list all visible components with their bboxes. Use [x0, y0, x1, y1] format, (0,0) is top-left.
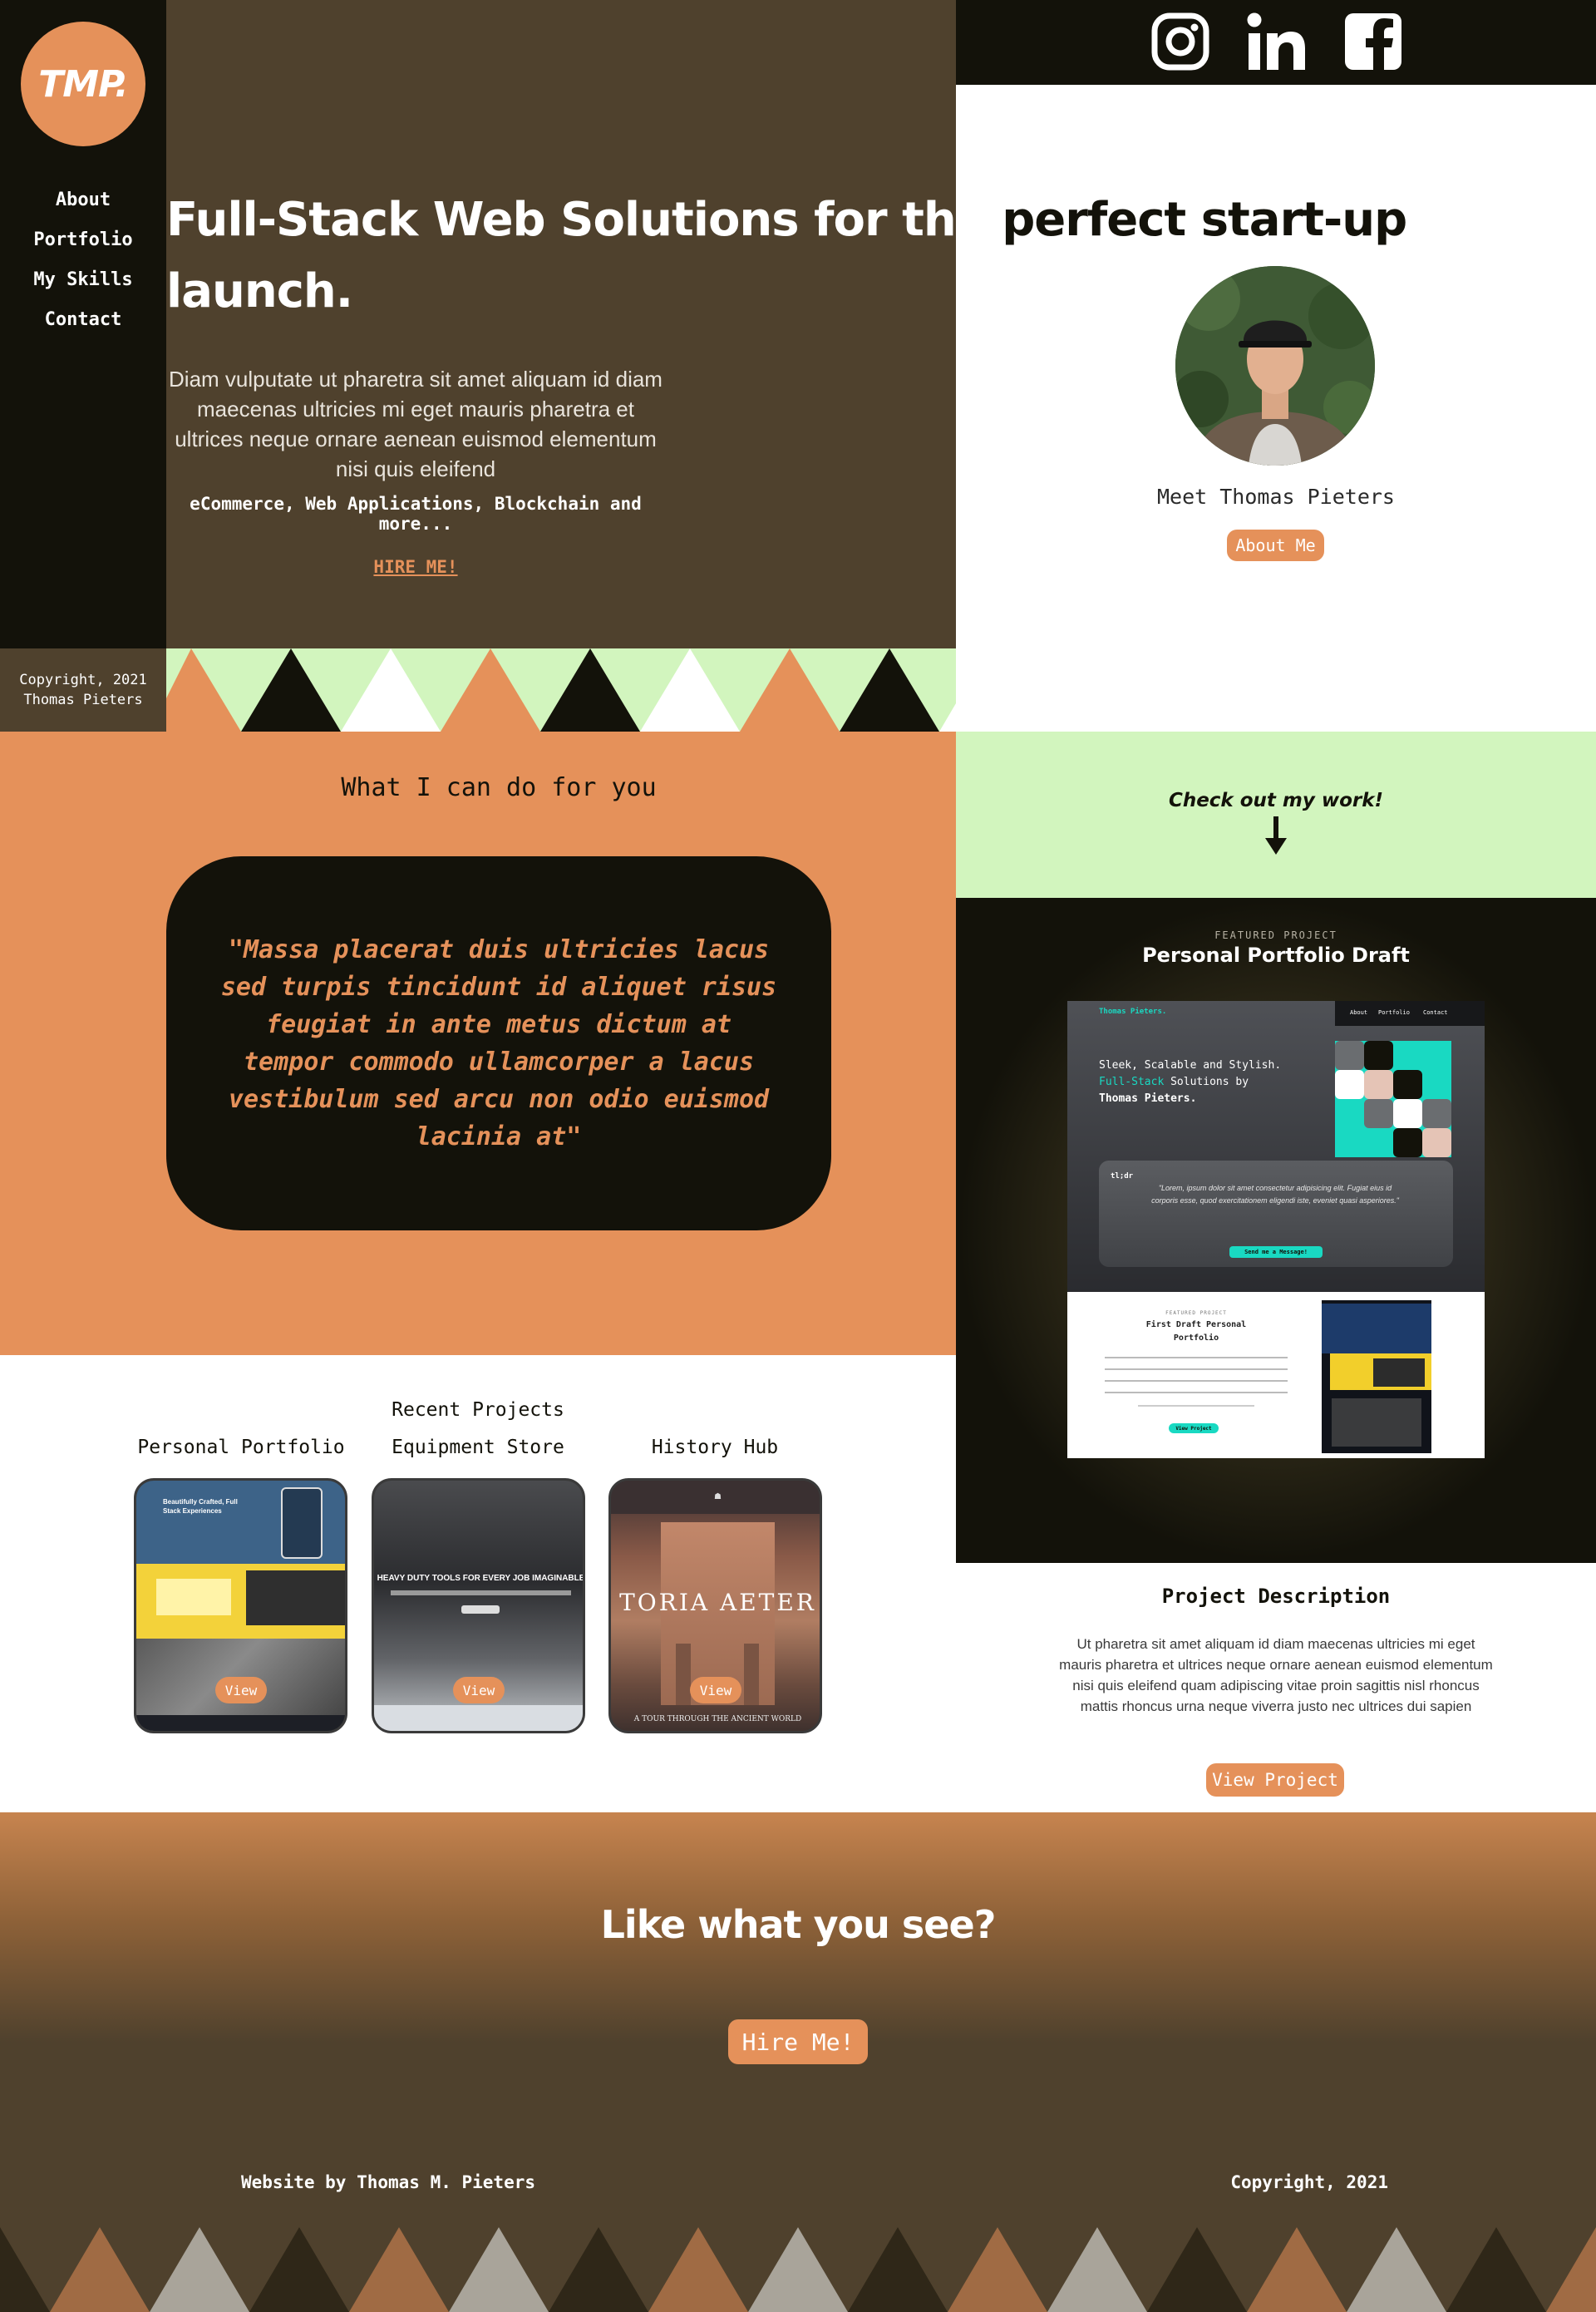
- footer-hire-button[interactable]: Hire Me!: [728, 2019, 868, 2064]
- checkout-text: Check out my work!: [1168, 790, 1384, 811]
- checkout-banner: [956, 732, 1596, 898]
- hero-services: eCommerce, Web Applications, Blockchain …: [190, 494, 642, 534]
- hero-title-part2: perfect start-up: [1002, 193, 1407, 247]
- mock-nav-about: About: [1350, 1009, 1368, 1016]
- sidebar-copyright: Copyright, 2021 Thomas Pieters: [0, 648, 166, 732]
- facebook-icon[interactable]: [1343, 12, 1403, 71]
- footer-triangle-strip: [0, 2227, 1596, 2312]
- instagram-icon[interactable]: [1150, 12, 1210, 71]
- recent-projects-title: Recent Projects: [392, 1399, 564, 1421]
- featured-label: FEATURED PROJECT: [1214, 929, 1337, 941]
- footer-credit: Website by Thomas M. Pieters: [241, 2172, 536, 2192]
- project-card-equipment-store[interactable]: HEAVY DUTY TOOLS FOR EVERY JOB IMAGINABL…: [372, 1478, 585, 1733]
- sidebar-copyright-line1: Copyright, 2021: [19, 672, 147, 688]
- view-button-equipment-store[interactable]: View: [453, 1677, 505, 1703]
- preview-sub-history: A TOUR THROUGH THE ANCIENT WORLD: [633, 1715, 802, 1723]
- mock-sub-body-lines: [1105, 1352, 1288, 1418]
- services-title: What I can do for you: [341, 773, 657, 802]
- mock-headline-2a: Full-Stack: [1099, 1076, 1165, 1088]
- view-project-button[interactable]: View Project: [1206, 1763, 1344, 1797]
- project-card-personal-portfolio[interactable]: Beautifully Crafted, Full Stack Experien…: [134, 1478, 347, 1733]
- mock-headline-1: Sleek, Scalable and Stylish.: [1099, 1059, 1282, 1072]
- history-logo-icon: ☗: [714, 1492, 722, 1501]
- featured-title: Personal Portfolio Draft: [1142, 944, 1410, 967]
- triangle-strip: [166, 648, 956, 732]
- view-button-personal-portfolio[interactable]: View: [215, 1677, 267, 1703]
- mock-sub-screenshot: [1322, 1300, 1431, 1453]
- mock-headline-2b: Solutions by: [1164, 1076, 1249, 1088]
- nav-my-skills[interactable]: My Skills: [0, 269, 166, 290]
- mock-quote: "Lorem, ipsum dolor sit amet consectetur…: [1151, 1184, 1399, 1205]
- mock-nav-contact: Contact: [1423, 1009, 1448, 1016]
- arrow-down-icon: [1265, 816, 1287, 855]
- footer-headline: Like what you see?: [600, 1902, 997, 1947]
- sidebar-copyright-line2: Thomas Pieters: [23, 692, 143, 708]
- nav-about[interactable]: About: [0, 190, 166, 210]
- services-quote: "Massa placerat duis ultricies lacus sed…: [220, 935, 777, 1151]
- project-name-history-hub: History Hub: [651, 1437, 779, 1458]
- mock-nav-portfolio: Portfolio: [1378, 1009, 1410, 1016]
- logo[interactable]: TMP.: [21, 22, 145, 146]
- project-name-equipment-store: Equipment Store: [392, 1437, 564, 1458]
- project-description-title: Project Description: [1161, 1585, 1391, 1608]
- featured-preview[interactable]: Thomas Pieters. About Portfolio Contact …: [1067, 1001, 1485, 1458]
- preview-headline-portfolio: Beautifully Crafted, Full Stack Experien…: [163, 1498, 238, 1515]
- mock-grid-graphic: [1335, 1041, 1451, 1157]
- mock-sub-label: FEATURED PROJECT: [1165, 1310, 1227, 1316]
- nav-contact[interactable]: Contact: [0, 309, 166, 330]
- hero-description: Diam vulputate ut pharetra sit amet aliq…: [169, 367, 663, 481]
- mock-headline: Sleek, Scalable and Stylish. Full-Stack …: [1099, 1057, 1323, 1107]
- avatar: [1175, 266, 1375, 466]
- preview-headline-equipment: HEAVY DUTY TOOLS FOR EVERY JOB IMAGINABL…: [377, 1574, 585, 1583]
- project-card-history-hub[interactable]: ☗ TORIA AETER A TOUR THROUGH THE ANCIENT…: [608, 1478, 822, 1733]
- view-button-history-hub[interactable]: View: [690, 1677, 741, 1703]
- mock-tldr: tl;dr: [1111, 1172, 1134, 1181]
- nav-portfolio[interactable]: Portfolio: [0, 229, 166, 250]
- mock-brand: Thomas Pieters.: [1099, 1008, 1167, 1016]
- mock-send-button: Send me a Message!: [1229, 1246, 1323, 1258]
- hero-title-part1: Full-Stack Web Solutions for the: [166, 193, 988, 247]
- meet-text: Meet Thomas Pieters: [1157, 485, 1395, 509]
- mock-sub-title: First Draft Personal Portfolio: [1092, 1319, 1300, 1345]
- linkedin-icon[interactable]: [1247, 12, 1307, 71]
- mock-headline-2: Full-Stack Solutions by: [1099, 1074, 1323, 1091]
- mock-sub-title-1: First Draft Personal: [1145, 1320, 1247, 1329]
- preview-headline-history: TORIA AETER: [619, 1589, 816, 1616]
- about-me-button[interactable]: About Me: [1227, 530, 1324, 561]
- footer-copyright: Copyright, 2021: [1230, 2172, 1388, 2192]
- mock-sub-button: View Project: [1169, 1423, 1219, 1433]
- project-description-text: Ut pharetra sit amet aliquam id diam mae…: [1059, 1636, 1493, 1714]
- project-name-personal-portfolio: Personal Portfolio: [137, 1437, 345, 1458]
- mock-sub-title-2: Portfolio: [1173, 1333, 1219, 1343]
- mock-headline-3: Thomas Pieters.: [1099, 1092, 1197, 1105]
- hire-me-link[interactable]: HIRE ME!: [166, 557, 665, 577]
